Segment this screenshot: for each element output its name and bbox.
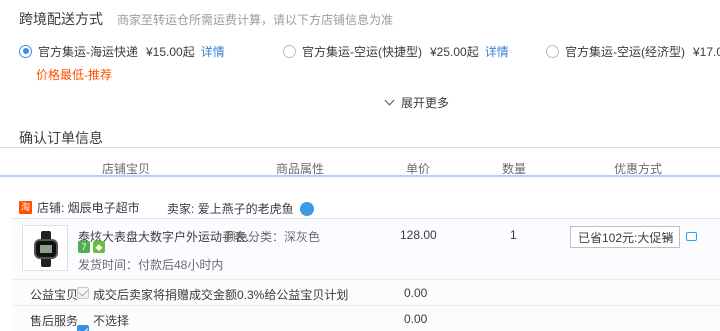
public-benefit-label: 公益宝贝: [30, 288, 79, 302]
quantity: 1: [510, 228, 517, 242]
shipping-hint: 商家至转运仓所需运费计算，请以下方店铺信息为准: [117, 13, 394, 27]
shop-info: 淘 店铺: 烟辰电子超市: [19, 199, 140, 216]
seven-day-return-icon: 7: [78, 241, 90, 253]
shipping-option-label: 官方集运-海运快递: [38, 44, 138, 59]
public-benefit-checkbox: [77, 287, 89, 299]
taobao-shop-icon: 淘: [19, 201, 32, 214]
radio-selected-icon[interactable]: [19, 44, 32, 58]
public-benefit-text: 成交后卖家将捐赠成交金额0.3%给公益宝贝计划: [93, 288, 349, 302]
shipping-option-price: ¥17.00起: [693, 44, 720, 59]
recommend-tag: 价格最低-推荐: [36, 68, 112, 82]
after-sale-amount: 0.00: [404, 312, 428, 326]
chevron-down-icon: [384, 95, 395, 106]
row-divider: [12, 279, 720, 280]
radio-icon[interactable]: [283, 44, 296, 58]
shipping-option-price: ¥15.00起: [146, 44, 195, 59]
expand-more-button[interactable]: 展开更多: [384, 94, 450, 111]
radio-icon[interactable]: [546, 44, 559, 58]
column-header-discount: 优惠方式: [614, 162, 663, 176]
discount-select[interactable]: 已省102元:大促销: [570, 226, 680, 248]
shipping-option-sea[interactable]: 官方集运-海运快递 ¥15.00起 详情: [19, 42, 225, 60]
column-header-unit-price: 单价: [406, 162, 431, 176]
shipping-option-label: 官方集运-空运(快捷型): [302, 44, 422, 59]
order-section-title: 确认订单信息: [19, 130, 103, 146]
shop-name[interactable]: 店铺: 烟辰电子超市: [37, 199, 140, 216]
column-header-attributes: 商品属性: [276, 162, 325, 176]
shipping-option-label: 官方集运-空运(经济型): [565, 44, 685, 59]
android-service-icon: ◆: [93, 241, 105, 253]
shipping-option-air-fast[interactable]: 官方集运-空运(快捷型) ¥25.00起 详情: [283, 42, 509, 60]
shipping-section-title: 跨境配送方式: [19, 11, 103, 27]
row-divider: [12, 305, 720, 306]
public-benefit-amount: 0.00: [404, 286, 428, 300]
after-sale-label: 售后服务: [30, 314, 79, 328]
after-sale-checkbox[interactable]: [77, 325, 89, 331]
column-header-shop-item: 店铺宝贝: [102, 162, 151, 176]
after-sale-text: 不选择: [93, 314, 130, 328]
product-attribute: 颜色分类：深灰色: [224, 230, 321, 244]
service-badges: 7 ◆: [78, 241, 105, 253]
expand-more-label: 展开更多: [401, 96, 450, 110]
unit-price: 128.00: [400, 228, 437, 242]
message-icon[interactable]: [686, 232, 697, 241]
column-header-quantity: 数量: [502, 162, 527, 176]
product-thumbnail[interactable]: [22, 225, 68, 271]
discount-select-value: 已省102元:大促销: [578, 230, 674, 245]
seller-name[interactable]: 卖家: 爱上燕子的老虎鱼: [167, 200, 294, 217]
shipping-option-air-economy[interactable]: 官方集运-空运(经济型) ¥17.00起: [546, 42, 720, 60]
ship-time: 发货时间：付款后48小时内: [78, 258, 224, 272]
shipping-option-price: ¥25.00起: [430, 44, 479, 59]
shipping-detail-link[interactable]: 详情: [201, 43, 225, 60]
watch-image: [34, 231, 58, 267]
shipping-detail-link[interactable]: 详情: [485, 43, 509, 60]
chat-wangwang-icon[interactable]: [299, 201, 314, 216]
seller-info: 卖家: 爱上燕子的老虎鱼: [167, 200, 314, 217]
order-table-header: 店铺宝贝 商品属性 单价 数量 优惠方式: [0, 147, 720, 177]
